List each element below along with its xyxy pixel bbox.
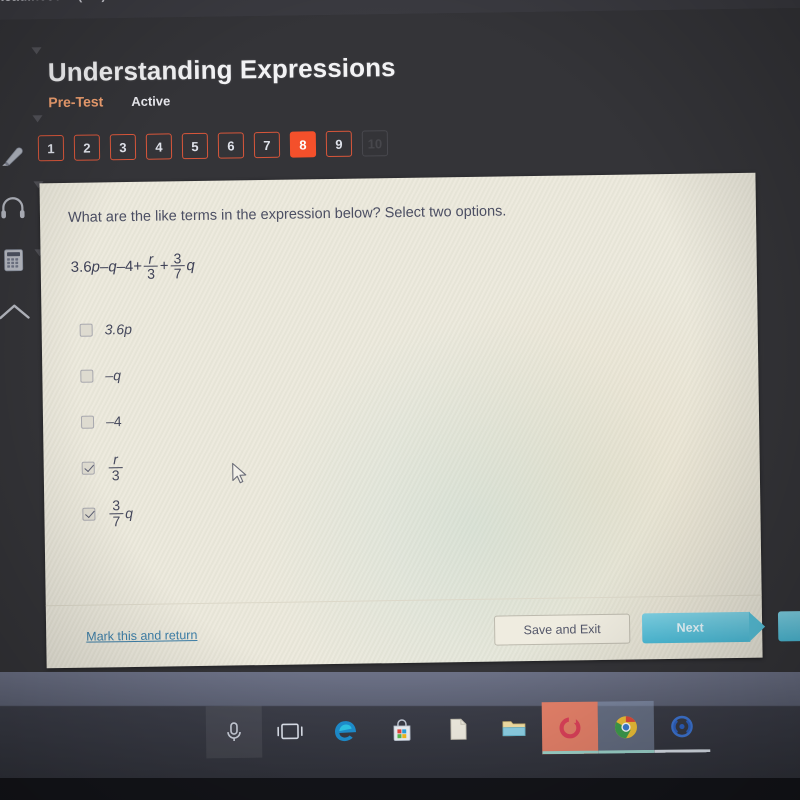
monitor-photo: Readiness A (AA) bbox=[0, 0, 800, 800]
pager-item-5[interactable]: 5 bbox=[181, 132, 209, 160]
expression-frac2-numerator: 3 bbox=[173, 249, 182, 266]
question-pager: 1 2 3 4 5 6 7 8 9 10 bbox=[37, 130, 389, 162]
question-expression: 3.6 p – q – 4 + r 3 + 3 7 q bbox=[71, 243, 729, 282]
expression-var-p: p bbox=[91, 258, 101, 276]
save-and-exit-button[interactable]: Save and Exit bbox=[493, 613, 631, 646]
footer-actions: Save and Exit Next bbox=[493, 611, 800, 646]
document-icon[interactable] bbox=[430, 703, 487, 756]
calculator-icon[interactable] bbox=[0, 233, 43, 286]
windows-taskbar bbox=[0, 697, 800, 763]
expression-op-1: – bbox=[99, 258, 109, 276]
option-d-denominator: 3 bbox=[108, 466, 123, 483]
rail-tick-2 bbox=[32, 115, 43, 123]
sync-app-icon[interactable] bbox=[654, 700, 711, 753]
option-row-a[interactable]: 3.6p bbox=[79, 300, 730, 350]
option-checkbox-d[interactable] bbox=[81, 461, 95, 475]
expression-frac1-denominator: 3 bbox=[144, 265, 159, 282]
cortana-microphone-icon[interactable] bbox=[205, 705, 263, 759]
chrome-browser-icon[interactable] bbox=[597, 700, 655, 754]
option-row-d[interactable]: r 3 bbox=[81, 438, 732, 488]
option-e-denominator: 7 bbox=[109, 512, 124, 529]
pager-item-6[interactable]: 6 bbox=[217, 132, 245, 159]
expression-var-q: q bbox=[108, 258, 117, 276]
next-button-secondary-partial[interactable] bbox=[777, 611, 800, 642]
expression-lead: 3.6 bbox=[70, 258, 92, 276]
expression-fraction-r-over-3: r 3 bbox=[144, 250, 159, 282]
page-title: Understanding Expressions bbox=[47, 52, 396, 88]
expression-frac1-numerator: r bbox=[148, 250, 154, 267]
option-e-variable: q bbox=[125, 505, 134, 522]
option-e-numerator: 3 bbox=[112, 497, 121, 514]
option-label-c: –4 bbox=[105, 413, 122, 430]
pager-item-2[interactable]: 2 bbox=[73, 134, 101, 161]
file-explorer-icon[interactable] bbox=[486, 702, 543, 755]
pager-item-4[interactable]: 4 bbox=[145, 133, 173, 160]
pager-item-1[interactable]: 1 bbox=[37, 134, 65, 162]
expression-frac2-denominator: 7 bbox=[170, 265, 185, 281]
option-checkbox-e[interactable] bbox=[82, 507, 96, 521]
option-d-fraction: r 3 bbox=[108, 451, 123, 483]
expression-op-2: – bbox=[116, 257, 126, 276]
test-kind-label: Pre-Test bbox=[48, 93, 104, 111]
question-body: What are the like terms in the expressio… bbox=[39, 173, 760, 535]
assessment-app-body: Understanding Expressions Pre-Test Activ… bbox=[0, 7, 800, 717]
option-label-a: 3.6p bbox=[104, 321, 133, 338]
pager-item-10[interactable]: 10 bbox=[361, 130, 389, 157]
option-checkbox-b[interactable] bbox=[80, 369, 94, 383]
option-label-d: r 3 bbox=[106, 451, 124, 483]
monitor-screen: Readiness A (AA) bbox=[0, 0, 800, 717]
option-row-c[interactable]: –4 bbox=[80, 392, 732, 442]
option-label-e: 3 7 q bbox=[107, 497, 134, 529]
headphones-icon[interactable] bbox=[0, 181, 42, 234]
option-row-e[interactable]: 3 7 q bbox=[82, 484, 733, 534]
expression-fraction-3-over-7: 3 7 bbox=[170, 249, 185, 281]
pager-item-3[interactable]: 3 bbox=[109, 133, 137, 161]
rail-tick-1 bbox=[31, 47, 42, 55]
monitor-bezel bbox=[0, 672, 800, 800]
answer-options: 3.6p –q –4 r 3 3 7 q bbox=[79, 300, 732, 534]
mouse-pointer bbox=[232, 462, 250, 491]
question-prompt: What are the like terms in the expressio… bbox=[67, 203, 507, 226]
question-card-footer: Mark this and return Save and Exit Next bbox=[45, 594, 800, 669]
pager-item-9[interactable]: 9 bbox=[325, 130, 353, 158]
pager-item-8[interactable]: 8 bbox=[289, 131, 317, 158]
canvas-app-icon[interactable] bbox=[541, 701, 599, 755]
test-status-label: Active bbox=[131, 93, 171, 109]
window-title-text: Readiness A (AA) bbox=[0, 0, 106, 4]
edge-browser-icon[interactable] bbox=[318, 704, 375, 757]
option-e-fraction: 3 7 bbox=[109, 497, 124, 529]
scroll-up-icon[interactable] bbox=[0, 285, 44, 338]
microsoft-store-icon[interactable] bbox=[374, 704, 431, 757]
pager-item-7[interactable]: 7 bbox=[253, 131, 281, 159]
expression-const-4: 4 bbox=[124, 257, 134, 275]
task-view-icon[interactable] bbox=[262, 705, 319, 758]
option-checkbox-c[interactable] bbox=[80, 415, 95, 429]
option-checkbox-a[interactable] bbox=[79, 323, 93, 337]
next-button[interactable]: Next bbox=[641, 611, 751, 644]
assessment-subheader: Pre-Test Active bbox=[48, 84, 748, 110]
desk-shadow bbox=[0, 778, 800, 800]
option-row-b[interactable]: –q bbox=[80, 346, 731, 396]
highlighter-icon[interactable] bbox=[0, 129, 41, 182]
option-label-b: –q bbox=[105, 367, 122, 384]
option-d-numerator: r bbox=[113, 451, 118, 468]
mark-this-and-return-link[interactable]: Mark this and return bbox=[86, 628, 197, 644]
expression-frac2-variable: q bbox=[186, 256, 195, 274]
assessment-header: Understanding Expressions Pre-Test Activ… bbox=[48, 47, 749, 110]
expression-op-3: + bbox=[133, 257, 143, 275]
expression-op-4: + bbox=[159, 257, 169, 275]
question-card: What are the like terms in the expressio… bbox=[39, 172, 800, 669]
